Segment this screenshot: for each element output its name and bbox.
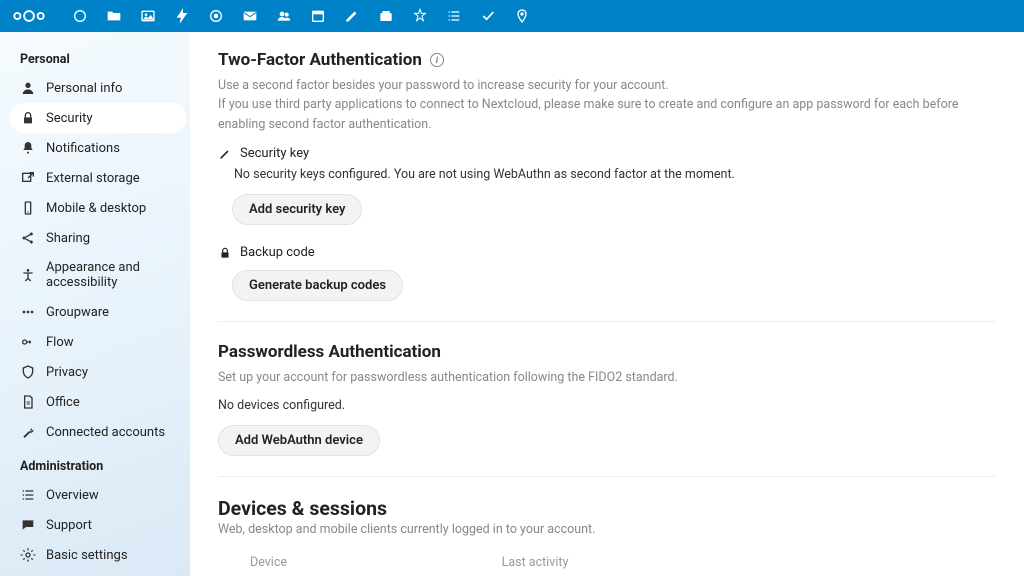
dashboard-icon[interactable] <box>72 8 88 24</box>
devices-table: Device Last activity This session second… <box>218 549 626 576</box>
nextcloud-logo[interactable] <box>10 8 48 24</box>
sidebar-item-appearance[interactable]: Appearance and accessibility <box>10 253 186 297</box>
sidebar-item-label: Mobile & desktop <box>46 201 146 216</box>
security-key-label: Security key <box>240 146 309 161</box>
bell-icon <box>20 140 36 156</box>
sidebar-item-notifications[interactable]: Notifications <box>10 133 186 163</box>
passwordless-no-devices: No devices configured. <box>218 398 996 413</box>
backup-code-label: Backup code <box>240 245 315 260</box>
mail-icon[interactable] <box>242 8 258 24</box>
sidebar-item-sharing[interactable]: Sharing <box>10 223 186 253</box>
two-factor-section: Two-Factor Authentication i Use a second… <box>218 50 996 322</box>
sidebar-item-support[interactable]: Support <box>10 510 186 540</box>
sidebar-item-overview[interactable]: Overview <box>10 480 186 510</box>
sidebar-item-connected-accounts[interactable]: Connected accounts <box>10 417 186 447</box>
sidebar-item-label: Sharing <box>46 231 90 246</box>
shield-icon <box>20 364 36 380</box>
pencil-icon <box>218 147 232 161</box>
sidebar-item-mobile-desktop[interactable]: Mobile & desktop <box>10 193 186 223</box>
add-security-key-button[interactable]: Add security key <box>232 194 362 225</box>
sidebar-item-office[interactable]: Office <box>10 387 186 417</box>
notes-icon[interactable] <box>344 8 360 24</box>
col-header-device: Device <box>250 549 480 576</box>
sidebar-item-label: Flow <box>46 335 74 350</box>
top-bar <box>0 0 1024 32</box>
document-icon <box>20 394 36 410</box>
dots-icon <box>20 304 36 320</box>
security-key-note: No security keys configured. You are not… <box>234 167 996 182</box>
sidebar-item-label: Groupware <box>46 305 109 320</box>
sidebar-item-label: Personal info <box>46 81 122 96</box>
sidebar-item-label: Connected accounts <box>46 425 165 440</box>
sidebar-item-label: Privacy <box>46 365 88 380</box>
flow-icon <box>20 334 36 350</box>
lock-icon <box>218 246 232 260</box>
gear-icon <box>20 547 36 563</box>
sidebar-item-personal-info[interactable]: Personal info <box>10 73 186 103</box>
generate-backup-codes-button[interactable]: Generate backup codes <box>232 270 403 301</box>
talk-icon[interactable] <box>208 8 224 24</box>
sidebar-item-privacy[interactable]: Privacy <box>10 357 186 387</box>
maps-icon[interactable] <box>514 8 530 24</box>
phone-icon <box>20 200 36 216</box>
deck-icon[interactable] <box>378 8 394 24</box>
external-icon <box>20 170 36 186</box>
sidebar-section-admin: Administration <box>10 447 186 480</box>
sidebar-item-label: Notifications <box>46 141 120 156</box>
photos-icon[interactable] <box>140 8 156 24</box>
backup-code-row: Backup code <box>218 245 996 260</box>
passwordless-title: Passwordless Authentication <box>218 342 441 362</box>
sidebar-item-label: Overview <box>46 488 99 503</box>
sidebar-item-label: Basic settings <box>46 548 128 563</box>
sidebar-item-label: Support <box>46 518 92 533</box>
files-icon[interactable] <box>106 8 122 24</box>
lists-icon[interactable] <box>446 8 462 24</box>
wrench-icon <box>20 424 36 440</box>
list-icon <box>20 487 36 503</box>
sidebar-item-label: Security <box>46 111 93 126</box>
add-webauthn-device-button[interactable]: Add WebAuthn device <box>218 425 380 456</box>
settings-sidebar: Personal Personal info Security Notifica… <box>0 32 190 576</box>
sidebar-item-security[interactable]: Security <box>10 103 186 133</box>
sidebar-item-label: Appearance and accessibility <box>46 260 178 290</box>
sidebar-section-personal: Personal <box>10 40 186 73</box>
twofa-description: Use a second factor besides your passwor… <box>218 76 996 134</box>
calendar-icon[interactable] <box>310 8 326 24</box>
sidebar-item-basic-settings[interactable]: Basic settings <box>10 540 186 570</box>
lock-icon <box>20 110 36 126</box>
sidebar-item-admin-sharing[interactable]: Sharing <box>10 570 186 576</box>
info-icon[interactable]: i <box>430 53 444 67</box>
user-icon <box>20 80 36 96</box>
sidebar-item-groupware[interactable]: Groupware <box>10 297 186 327</box>
share-icon <box>20 230 36 246</box>
sidebar-item-label: External storage <box>46 171 140 186</box>
devices-section: Devices & sessions Web, desktop and mobi… <box>218 497 996 576</box>
passwordless-section: Passwordless Authentication Set up your … <box>218 342 996 476</box>
chat-icon <box>20 517 36 533</box>
sidebar-item-label: Office <box>46 395 80 410</box>
devices-desc: Web, desktop and mobile clients currentl… <box>218 520 996 539</box>
twofa-title: Two-Factor Authentication <box>218 50 422 70</box>
tasks-icon[interactable] <box>480 8 496 24</box>
passwordless-desc: Set up your account for passwordless aut… <box>218 368 996 387</box>
accessibility-icon <box>20 267 36 283</box>
main-content: Two-Factor Authentication i Use a second… <box>190 32 1024 576</box>
sidebar-item-flow[interactable]: Flow <box>10 327 186 357</box>
sidebar-item-external-storage[interactable]: External storage <box>10 163 186 193</box>
devices-title: Devices & sessions <box>218 497 387 520</box>
security-key-row: Security key <box>218 146 996 161</box>
col-header-activity: Last activity <box>480 549 600 576</box>
bookmarks-icon[interactable] <box>412 8 428 24</box>
contacts-icon[interactable] <box>276 8 292 24</box>
activity-icon[interactable] <box>174 8 190 24</box>
